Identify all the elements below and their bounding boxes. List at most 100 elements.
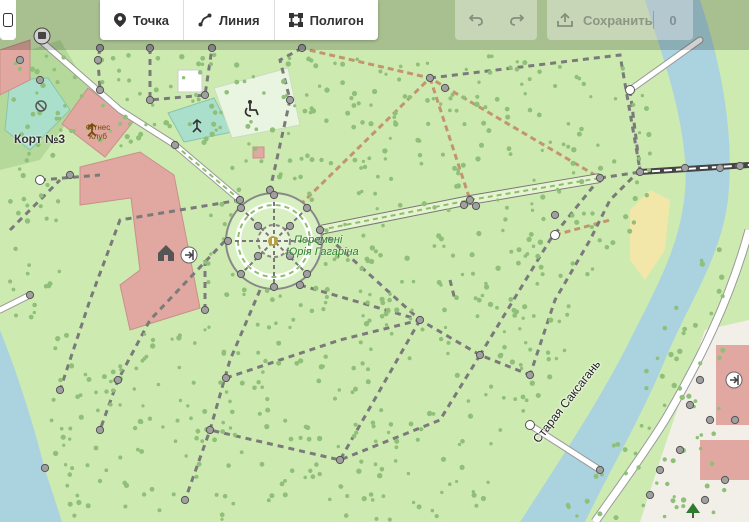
vertex[interactable] <box>459 200 469 210</box>
tree-dot <box>528 232 534 237</box>
tree-dot <box>469 252 475 258</box>
add-polygon-button[interactable]: Полигон <box>275 0 378 40</box>
map-canvas[interactable] <box>0 0 749 522</box>
tree-dot <box>134 366 139 371</box>
tree-dot <box>377 473 383 479</box>
vertex[interactable] <box>635 167 645 177</box>
tree-dot <box>440 152 445 157</box>
vertex[interactable] <box>95 425 105 435</box>
vertex[interactable] <box>302 269 312 279</box>
vertex[interactable] <box>200 90 210 100</box>
vertex[interactable] <box>645 490 655 500</box>
tree-dot <box>610 240 616 246</box>
add-line-button[interactable]: Линия <box>184 0 275 40</box>
vertex[interactable] <box>40 463 50 473</box>
tree-dot <box>597 511 603 517</box>
vertex[interactable] <box>205 425 215 435</box>
tree-dot <box>125 97 129 102</box>
vertex[interactable] <box>700 495 710 505</box>
tree-dot <box>224 90 229 95</box>
way-endpoint[interactable] <box>525 420 535 430</box>
vertex[interactable] <box>595 173 605 183</box>
redo-button[interactable] <box>496 0 537 40</box>
tree-dot <box>252 385 257 391</box>
tree-dot <box>570 160 576 166</box>
vertex[interactable] <box>695 375 705 385</box>
vertex[interactable] <box>685 400 695 410</box>
vertex[interactable] <box>675 445 685 455</box>
tree-dot <box>195 428 201 434</box>
vertex[interactable] <box>235 195 245 205</box>
vertex[interactable] <box>285 221 295 231</box>
tree-dot <box>369 245 375 251</box>
vertex[interactable] <box>269 190 279 200</box>
vertex[interactable] <box>471 201 481 211</box>
vertex[interactable] <box>223 236 233 246</box>
tree-dot <box>303 424 309 429</box>
tree-dot <box>65 483 70 488</box>
save-button[interactable]: Сохранить 0 <box>547 0 693 40</box>
vertex[interactable] <box>253 251 263 261</box>
vertex[interactable] <box>705 415 715 425</box>
tree-dot <box>230 272 235 277</box>
tree-dot <box>176 335 182 341</box>
vertex[interactable] <box>35 75 45 85</box>
vertex[interactable] <box>715 163 725 173</box>
tree-dot <box>565 312 570 317</box>
vertex[interactable] <box>200 305 210 315</box>
add-point-button[interactable]: Точка <box>100 0 185 40</box>
vertex[interactable] <box>285 95 295 105</box>
vertex[interactable] <box>730 415 740 425</box>
vertex[interactable] <box>302 203 312 213</box>
way-endpoint[interactable] <box>35 175 45 185</box>
tree-dot <box>407 95 412 100</box>
tree-dot <box>631 220 637 225</box>
vertex[interactable] <box>550 210 560 220</box>
vertex[interactable] <box>180 495 190 505</box>
vertex[interactable] <box>25 290 35 300</box>
tree-dot <box>647 151 652 156</box>
vertex[interactable] <box>655 465 665 475</box>
vertex[interactable] <box>595 465 605 475</box>
vertex[interactable] <box>170 140 180 150</box>
entrance-icon[interactable] <box>180 246 198 264</box>
vertex[interactable] <box>93 55 103 65</box>
vertex[interactable] <box>145 95 155 105</box>
vertex[interactable] <box>95 85 105 95</box>
tree-dot <box>194 93 199 97</box>
tree-dot <box>234 79 240 85</box>
vertex[interactable] <box>680 163 690 173</box>
vertex[interactable] <box>415 315 425 325</box>
vertex[interactable] <box>55 385 65 395</box>
tree-dot <box>123 504 128 509</box>
vertex[interactable] <box>315 225 325 235</box>
undo-button[interactable] <box>455 0 496 40</box>
vertex[interactable] <box>236 269 246 279</box>
sidebar-toggle[interactable] <box>0 0 16 40</box>
vertex[interactable] <box>295 280 305 290</box>
vertex[interactable] <box>15 55 25 65</box>
vertex[interactable] <box>525 370 535 380</box>
vertex[interactable] <box>440 83 450 93</box>
tree-dot <box>358 289 363 294</box>
vertex[interactable] <box>221 373 231 383</box>
vertex[interactable] <box>113 375 123 385</box>
vertex[interactable] <box>425 73 435 83</box>
tree-dot <box>309 308 315 314</box>
vertex[interactable] <box>236 203 246 213</box>
tree-dot <box>421 201 427 207</box>
way-endpoint[interactable] <box>550 230 560 240</box>
entrance-icon-2[interactable] <box>725 371 743 389</box>
vertex[interactable] <box>475 350 485 360</box>
vertex[interactable] <box>65 170 75 180</box>
vertex[interactable] <box>253 221 263 231</box>
vertex[interactable] <box>269 282 279 292</box>
vertex[interactable] <box>465 195 475 205</box>
tree-dot <box>152 122 157 127</box>
way-endpoint[interactable] <box>625 85 635 95</box>
tree-dot <box>149 486 155 492</box>
vertex[interactable] <box>735 161 745 171</box>
vertex[interactable] <box>720 475 730 485</box>
tree-dot <box>513 397 518 401</box>
vertex[interactable] <box>335 455 345 465</box>
